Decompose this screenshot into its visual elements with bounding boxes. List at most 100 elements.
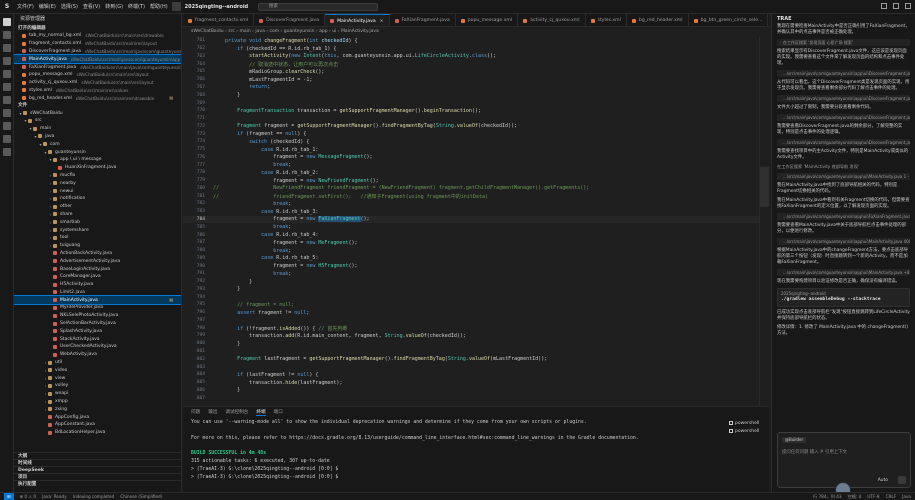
tree-item[interactable]: MyFileProvider.java <box>14 304 181 312</box>
tree-item[interactable]: › tuiguang <box>14 242 181 250</box>
code-line[interactable]: 777 break; <box>183 161 769 169</box>
tree-item[interactable]: ▾ src <box>14 117 181 125</box>
tree-item[interactable]: H5Activity.java <box>14 281 181 289</box>
editor-tab[interactable]: MainActivity.java × <box>325 14 390 26</box>
tree-item[interactable]: UserCheckedActivity.java <box>14 343 181 351</box>
code-line[interactable]: 765 mRadioGroup.clearCheck(); <box>183 68 769 76</box>
tree-item[interactable]: › mucflo <box>14 172 181 180</box>
tree-item[interactable]: › share <box>14 211 181 219</box>
code-line[interactable]: 782 break; <box>183 200 769 208</box>
menu-item[interactable]: 终端(T) <box>128 3 145 10</box>
menu-item[interactable]: 查看(V) <box>83 3 100 10</box>
code-line[interactable]: 788 break; <box>183 247 769 255</box>
file-reference[interactable]: ...\src\main\java\com\guanteyunsin\app\u… <box>777 95 910 102</box>
layout-icon[interactable] <box>171 2 181 11</box>
tree-item[interactable]: BaseLoginActivity.java <box>14 265 181 273</box>
code-line[interactable]: 769 <box>183 99 769 107</box>
code-line[interactable]: 787 fragment = new MeFragment(); <box>183 239 769 247</box>
menu-item[interactable]: 转到(G) <box>105 3 123 10</box>
open-editor-item[interactable]: MainActivity.java sWeChatBaidu\src\main\j… <box>14 54 181 65</box>
editor-tab[interactable]: FaXianFragment.java <box>390 14 456 26</box>
code-line[interactable]: 783 case R.id.rb_tab_3: <box>183 208 769 216</box>
code-line[interactable]: 805 transaction.hide(lastFragment); <box>183 379 769 387</box>
editor-tab[interactable]: popu_message.xml <box>456 14 519 26</box>
code-line[interactable]: 803 <box>183 363 769 371</box>
terminal-instance[interactable]: powershell <box>729 427 769 435</box>
code-line[interactable]: 774 switch (checkedId) { <box>183 138 769 146</box>
sidebar-section-header[interactable]: 项目 <box>14 473 181 480</box>
status-item[interactable]: CRLF <box>886 494 897 500</box>
gradle-icon[interactable] <box>3 109 11 117</box>
editor-tab[interactable]: activity_cj_quxou.xml <box>518 14 586 26</box>
editor-tab[interactable]: fragment_contacts.xml <box>183 14 255 26</box>
panel-tab[interactable]: 端口 <box>274 409 283 415</box>
tree-item[interactable]: ActionBackActivity.java <box>14 250 181 258</box>
open-editor-item[interactable]: fragment_contacts.xml sWeChatBaidu\src\ma… <box>14 40 181 48</box>
tree-item[interactable]: WebActivity.java <box>14 351 181 359</box>
status-item[interactable]: 空格: 4 <box>848 494 862 500</box>
status-item[interactable]: UTF-8 <box>867 494 879 500</box>
editor-tab[interactable]: styles.xml <box>586 14 627 26</box>
command-block[interactable]: 2025qingting--android ./gradlew assembleD… <box>777 288 910 307</box>
terminal-icon[interactable] <box>3 148 11 156</box>
status-item[interactable]: Chinese (Simplified) <box>120 494 162 499</box>
editor-tab[interactable]: bg_red_header.xml <box>627 14 689 26</box>
code-line[interactable]: 790 fragment = new H5Fragment(); <box>183 262 769 270</box>
sidebar-section-header[interactable]: DeepSeek <box>14 466 181 473</box>
code-line[interactable]: 804 if (lastFragment != null) { <box>183 371 769 379</box>
code-line[interactable]: 771 <box>183 115 769 123</box>
code-line[interactable]: 763 startActivity(new Intent(this, com.g… <box>183 53 769 61</box>
code-line[interactable]: 786 case R.id.rb_tab_4: <box>183 231 769 239</box>
tree-item[interactable]: › nearby <box>14 179 181 187</box>
open-editor-item[interactable]: DiscoverFragment.java sWeChatBaidu\src\ma… <box>14 48 181 56</box>
code-line[interactable]: 772 Fragment fragment = getSupportFragme… <box>183 122 769 130</box>
code-line[interactable]: 766 mLastFragmentId = -1; <box>183 76 769 84</box>
tree-item[interactable]: BdLocationHelper.java <box>14 429 181 437</box>
code-line[interactable]: 776 fragment = new MessageFragment(); <box>183 153 769 161</box>
tree-item[interactable]: ▾ com <box>14 140 181 148</box>
code-line[interactable]: 799 transaction.add(R.id.main_content, f… <box>183 332 769 340</box>
tree-item[interactable]: SelActionBarActivity.java <box>14 320 181 328</box>
code-line[interactable]: 780 // NewFriendFragment friendFragment =… <box>183 185 769 193</box>
code-line[interactable]: 785 break; <box>183 223 769 231</box>
testing-icon[interactable] <box>3 96 11 104</box>
status-item[interactable]: Java: Ready <box>42 494 67 499</box>
extensions-icon[interactable] <box>3 70 11 78</box>
code-line[interactable]: 775 case R.id.rb_tab_1: <box>183 146 769 154</box>
tree-item[interactable]: ▾ app \ ui \ message <box>14 156 181 164</box>
remote-indicator-icon[interactable]: ⊞ <box>4 492 14 500</box>
tree-item[interactable]: AppConstant.java <box>14 421 181 429</box>
open-editor-item[interactable]: popu_message.xml sWeChatBaidu\src\main\re… <box>14 71 181 79</box>
open-editor-item[interactable]: activity_cj_quxou.xml sWeChatBaidu\src\ma… <box>14 79 181 87</box>
status-item[interactable]: 行 784，列 43 <box>813 494 842 500</box>
file-reference[interactable]: ...\src\main\java\com\guanteyunsin\app\u… <box>777 238 910 245</box>
code-line[interactable]: 768 } <box>183 91 769 99</box>
project-name[interactable]: 2025qingting--android <box>185 4 248 10</box>
remote-icon[interactable] <box>3 83 11 91</box>
editor-tab[interactable]: bg_btn_green_circle_sele... <box>689 14 769 26</box>
editor-tab[interactable]: DiscoverFragment.java <box>254 14 326 26</box>
tree-item[interactable]: SplashActivity.java <box>14 327 181 335</box>
menu-item[interactable]: 帮助(H) <box>150 3 168 10</box>
file-reference[interactable]: ...\src\main\java\com\guanteyunsin\app\u… <box>777 173 910 180</box>
code-line[interactable]: 779 fragment = new NewFriendFragment(); <box>183 177 769 185</box>
panel-tab[interactable]: 调试控制台 <box>225 409 248 415</box>
file-reference[interactable]: ...\src\main\java\com\guanteyunsin\app\u… <box>777 139 910 146</box>
send-icon[interactable] <box>898 476 906 484</box>
tree-item[interactable]: ▾ sWeChatBaidu <box>14 109 181 117</box>
tree-item[interactable]: › wxapi <box>14 390 181 398</box>
code-line[interactable]: 794 <box>183 293 769 301</box>
tree-item[interactable]: StackActivity.java <box>14 335 181 343</box>
ai-chat-icon[interactable] <box>3 122 11 130</box>
tree-item[interactable]: › newui <box>14 187 181 195</box>
tree-item[interactable]: › notification <box>14 195 181 203</box>
file-reference[interactable]: 在工作区搜索 '发现页面 心愿广场 搜索' <box>777 39 910 46</box>
tree-item[interactable]: AdvertisementActivity.java <box>14 257 181 265</box>
tree-item[interactable]: ▾ guanteyunsin <box>14 148 181 156</box>
tree-item[interactable]: HuanXinFragment.java <box>14 164 181 172</box>
file-reference[interactable]: ...\src\main\java\com\guanteyunsin\app\u… <box>777 114 910 121</box>
code-line[interactable]: 807 <box>183 394 769 402</box>
tree-item[interactable]: › video <box>14 366 181 374</box>
tree-item[interactable]: ▾ java <box>14 133 181 141</box>
tree-item[interactable]: Limit2.java <box>14 289 181 297</box>
